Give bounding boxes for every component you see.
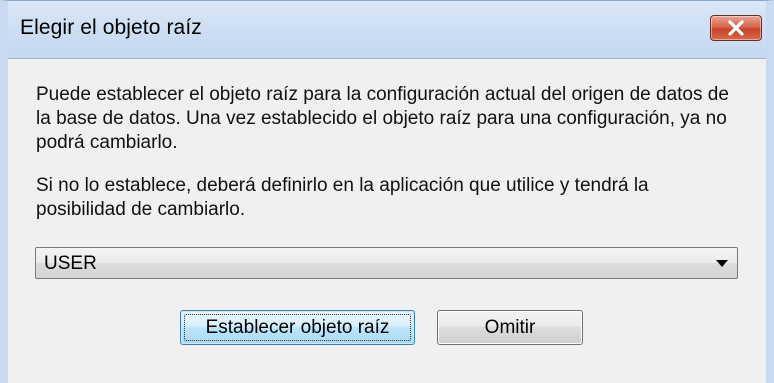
window-title: Elegir el objeto raíz <box>20 16 202 39</box>
set-root-object-button[interactable]: Establecer objeto raíz <box>180 310 415 345</box>
dialog-window: Elegir el objeto raíz Puede establecer e… <box>0 0 774 383</box>
root-object-select-value: USER <box>44 253 97 274</box>
skip-label: Omitir <box>484 317 536 338</box>
skip-button[interactable]: Omitir <box>437 310 583 345</box>
set-root-object-label: Establecer objeto raíz <box>205 317 390 338</box>
dialog-content: Puede establecer el objeto raíz para la … <box>8 58 766 383</box>
hint-text: Si no lo establece, deberá definirlo en … <box>36 175 649 220</box>
title-bar[interactable]: Elegir el objeto raíz <box>8 1 766 58</box>
root-object-select[interactable]: USER <box>35 247 738 279</box>
close-button[interactable] <box>710 15 762 41</box>
description-text: Puede establecer el objeto raíz para la … <box>36 84 729 153</box>
chevron-down-icon[interactable] <box>716 260 728 267</box>
close-icon <box>728 20 744 36</box>
